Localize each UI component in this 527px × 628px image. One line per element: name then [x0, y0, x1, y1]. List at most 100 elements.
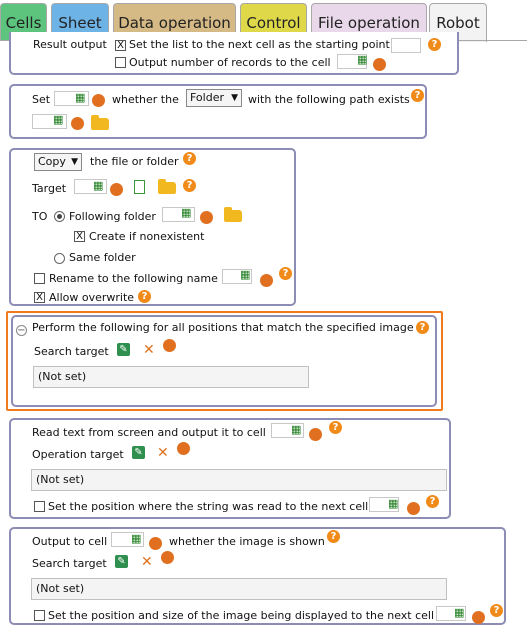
- tab-data-operation-label: Data operation: [118, 14, 231, 32]
- search-target-label: Search target: [34, 345, 109, 358]
- help-icon[interactable]: ?: [416, 321, 429, 334]
- clear-icon[interactable]: ✕: [157, 446, 169, 460]
- rename-label: Rename to the following name: [49, 272, 218, 285]
- variable-icon[interactable]: [472, 611, 485, 624]
- clear-icon[interactable]: ✕: [143, 343, 155, 357]
- cell-picker-icon[interactable]: ▦: [454, 607, 464, 619]
- set-position-size-label: Set the position and size of the image b…: [48, 609, 435, 622]
- help-icon[interactable]: ?: [138, 290, 151, 303]
- collapse-icon[interactable]: −: [16, 325, 27, 336]
- whether-shown-label: whether the image is shown: [169, 535, 325, 548]
- following-folder-radio[interactable]: [54, 211, 65, 222]
- set-position-label: Set the position where the string was re…: [48, 500, 369, 513]
- set-position-size-checkbox[interactable]: [34, 610, 45, 621]
- help-icon[interactable]: ?: [279, 267, 292, 280]
- cell-picker-icon[interactable]: ▦: [75, 92, 85, 104]
- help-icon[interactable]: ?: [426, 495, 439, 508]
- file-browse-icon[interactable]: [134, 180, 145, 194]
- edit-icon[interactable]: ✎: [115, 555, 128, 568]
- search-target-field: (Not set): [33, 366, 309, 388]
- set-list-next-checkbox[interactable]: X: [115, 40, 126, 51]
- action-select[interactable]: Copy ▼: [34, 153, 82, 171]
- variable-icon[interactable]: [309, 428, 322, 441]
- cell-picker-icon[interactable]: ▦: [357, 54, 367, 66]
- help-icon[interactable]: ?: [329, 421, 342, 434]
- tab-control-label: Control: [246, 14, 301, 32]
- file-or-folder-label: the file or folder: [90, 155, 179, 168]
- output-count-checkbox[interactable]: [115, 57, 126, 68]
- allow-overwrite-checkbox[interactable]: X: [34, 292, 45, 303]
- folder-browse-icon[interactable]: [91, 115, 109, 130]
- folder-type-value: Folder: [190, 91, 224, 104]
- operation-target-label: Operation target: [32, 448, 124, 461]
- operation-target-value: (Not set): [36, 473, 85, 486]
- help-icon[interactable]: ?: [411, 89, 424, 102]
- set-position-checkbox[interactable]: [34, 501, 45, 512]
- help-icon[interactable]: ?: [490, 604, 503, 617]
- edit-icon[interactable]: ✎: [117, 343, 130, 356]
- help-icon[interactable]: ?: [428, 38, 441, 51]
- tab-robot-label: Robot: [436, 14, 480, 32]
- target-label: Target: [32, 182, 67, 195]
- cell-picker-icon[interactable]: ▦: [131, 533, 141, 545]
- variable-icon[interactable]: [163, 339, 176, 352]
- variable-icon[interactable]: [110, 183, 123, 196]
- read-text-title: Read text from screen and output it to c…: [32, 426, 266, 439]
- panel-image-match-loop[interactable]: − Perform the following for all position…: [11, 315, 437, 407]
- clear-icon[interactable]: ✕: [141, 555, 153, 569]
- search-target-value: (Not set): [38, 370, 87, 383]
- tab-file-operation-label: File operation: [318, 14, 420, 32]
- image-search-target-value: (Not set): [36, 582, 85, 595]
- variable-icon[interactable]: [71, 117, 84, 130]
- same-folder-radio[interactable]: [54, 253, 65, 264]
- help-icon[interactable]: ?: [183, 152, 196, 165]
- create-check-mark: X: [76, 231, 83, 242]
- variable-icon[interactable]: [260, 274, 273, 287]
- chevron-down-icon: ▼: [71, 157, 78, 167]
- operation-target-field: (Not set): [31, 469, 447, 491]
- same-folder-label: Same folder: [69, 251, 136, 264]
- image-match-title: Perform the following for all positions …: [32, 321, 414, 334]
- panel-read-text: Read text from screen and output it to c…: [9, 418, 451, 519]
- cell-picker-icon[interactable]: ▦: [291, 424, 301, 436]
- cell-picker-icon[interactable]: ▦: [181, 207, 191, 219]
- variable-icon[interactable]: [407, 502, 420, 515]
- set-list-cell-input[interactable]: [391, 38, 421, 53]
- panel-result-output: Result output X Set the list to the next…: [9, 32, 459, 75]
- folder-browse-icon[interactable]: [224, 207, 242, 222]
- help-icon[interactable]: ?: [327, 530, 340, 543]
- allow-overwrite-label: Allow overwrite: [49, 291, 135, 304]
- to-label: TO: [32, 210, 48, 223]
- folder-browse-icon[interactable]: [158, 179, 176, 194]
- variable-icon[interactable]: [149, 537, 162, 550]
- panel-copy-file: Copy ▼ the file or folder ? Target ▦ ? T…: [9, 148, 296, 306]
- path-exists-label: with the following path exists: [248, 93, 410, 106]
- tab-sheet-label: Sheet: [58, 14, 102, 32]
- help-icon[interactable]: ?: [183, 179, 196, 192]
- rename-checkbox[interactable]: [34, 273, 45, 284]
- create-if-nonexistent-label: Create if nonexistent: [89, 230, 205, 243]
- set-label: Set: [32, 93, 51, 106]
- whether-the-label: whether the: [112, 93, 179, 106]
- cell-picker-icon[interactable]: ▦: [388, 498, 398, 510]
- action-value: Copy: [38, 155, 66, 168]
- search-target-label: Search target: [32, 557, 107, 570]
- cell-picker-icon[interactable]: ▦: [53, 114, 63, 126]
- tab-cells-label: Cells: [5, 14, 42, 32]
- cell-picker-icon[interactable]: ▦: [93, 180, 103, 192]
- chevron-down-icon: ▼: [231, 93, 238, 103]
- output-to-cell-label: Output to cell: [32, 535, 108, 548]
- create-if-nonexistent-checkbox[interactable]: X: [74, 231, 85, 242]
- cell-picker-icon[interactable]: ▦: [240, 269, 250, 281]
- variable-icon[interactable]: [177, 442, 190, 455]
- variable-icon[interactable]: [373, 58, 386, 71]
- panel-image-shown: Output to cell ▦ whether the image is sh…: [9, 527, 506, 625]
- folder-type-select[interactable]: Folder ▼: [186, 89, 242, 107]
- output-count-label: Output number of records to the cell: [129, 56, 331, 69]
- set-list-next-label: Set the list to the next cell as the sta…: [129, 38, 390, 51]
- result-output-label: Result output: [33, 38, 107, 51]
- variable-icon[interactable]: [92, 94, 105, 107]
- edit-icon[interactable]: ✎: [132, 446, 145, 459]
- variable-icon[interactable]: [200, 211, 213, 224]
- variable-icon[interactable]: [161, 551, 174, 564]
